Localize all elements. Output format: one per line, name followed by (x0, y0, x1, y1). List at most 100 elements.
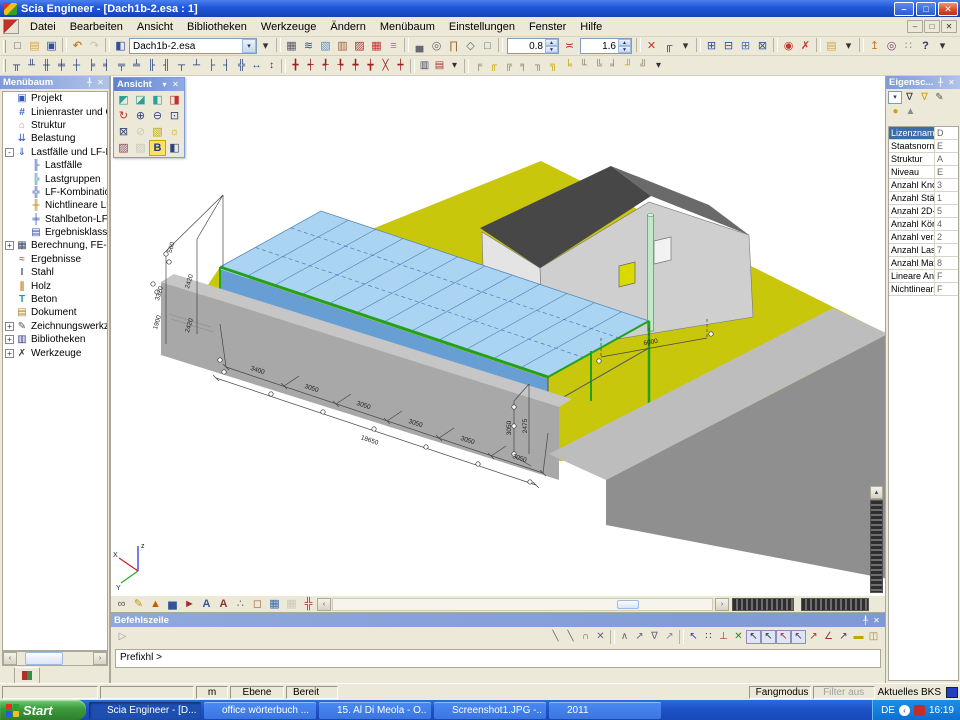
tree-item-linienraster[interactable]: # Linienraster und Gr (3, 105, 107, 118)
binocular-icon[interactable]: ∞ (113, 596, 130, 612)
toolbar-grip[interactable] (3, 40, 6, 53)
snap-grid-icon[interactable]: ∷ (701, 630, 716, 644)
cone-icon[interactable]: ▲ (147, 596, 164, 612)
zoom-out-icon[interactable]: ⊖ (149, 108, 166, 124)
zoom-in-icon[interactable]: ⊕ (132, 108, 149, 124)
status-plane[interactable]: Ebene XY (230, 686, 284, 699)
scroll-thumb[interactable] (25, 652, 63, 665)
menu-einstellungen[interactable]: Einstellungen (442, 19, 522, 35)
tree-item-beton[interactable]: T Beton (3, 293, 107, 306)
command-input[interactable]: Prefixhl > (115, 649, 881, 668)
cursor-snap-near-icon[interactable]: ↗ (836, 630, 851, 644)
prop-combo[interactable]: ▾ (888, 91, 902, 104)
view-eye-icon[interactable]: ◉ (780, 38, 797, 54)
close-icon[interactable]: ✕ (871, 616, 882, 625)
window-send-icon[interactable]: ⊠ (754, 38, 771, 54)
dim-icon-12[interactable]: ┬ (174, 59, 189, 73)
print-preview-icon[interactable]: ◎ (428, 38, 445, 54)
pan-bar[interactable] (801, 598, 869, 611)
node-icon-7[interactable]: ╳ (378, 59, 393, 73)
model-viewport[interactable]: 3400 3050 3050 3050 3050 3050 18650 560 … (110, 76, 885, 612)
prop-row-staatsnorm[interactable]: Staatsnorm E (889, 140, 958, 153)
prop-row-anzahl-knoten[interactable]: Anzahl Kno... 3 (889, 179, 958, 192)
clipboard-icon[interactable]: ▥ (334, 38, 351, 54)
snap-extend-icon[interactable]: ↗ (662, 630, 677, 644)
prop-row-anzahl-2d[interactable]: Anzahl 2D-... 5 (889, 205, 958, 218)
node-icon-1[interactable]: ╋ (288, 59, 303, 73)
tree-item-holz[interactable]: ∥ Holz (3, 279, 107, 292)
frame-icon-9[interactable]: ╚ (591, 59, 606, 73)
frame-icon-2[interactable]: ╓ (486, 59, 501, 73)
menu-ansicht[interactable]: Ansicht (130, 19, 180, 35)
dim-icon-8[interactable]: ╤ (114, 59, 129, 73)
snap-toggle-icon[interactable]: ✕ (731, 630, 746, 644)
prop-row-anzahl-material[interactable]: Anzahl Mat... 8 (889, 257, 958, 270)
tree-item-lf-kombinationen[interactable]: ╬ LF-Kombinationen (3, 186, 107, 199)
tree-item-stahl[interactable]: I Stahl (3, 266, 107, 279)
prop-row-anzahl-koerper[interactable]: Anzahl Kör... 4 (889, 218, 958, 231)
frame-icon-7[interactable]: ╘ (561, 59, 576, 73)
book-icon[interactable]: ∏ (445, 38, 462, 54)
section-icon[interactable]: ≍ (561, 38, 578, 54)
dim-icon-13[interactable]: ┴ (189, 59, 204, 73)
menu-werkzeuge[interactable]: Werkzeuge (254, 19, 323, 35)
grid-red-icon[interactable]: ╬ (300, 596, 317, 612)
combo-dropdown-icon[interactable]: ▾ (257, 38, 274, 54)
dim-icon-9[interactable]: ╧ (129, 59, 144, 73)
status-snap-mode[interactable]: Fangmodus (749, 686, 811, 699)
window-print-icon[interactable]: ⊞ (737, 38, 754, 54)
menu-hilfe[interactable]: Hilfe (573, 19, 609, 35)
frames-dropdown-icon[interactable]: ▾ (651, 59, 666, 73)
filter-icon[interactable]: ∇ (902, 91, 917, 105)
window-copy-icon[interactable]: ⊞ (703, 38, 720, 54)
scale-spinner-1[interactable]: 0.8 ▲▼ (507, 38, 559, 54)
pie-icon[interactable]: ● (888, 105, 903, 119)
status-unit[interactable]: m (196, 686, 228, 699)
snap-ortho-icon[interactable]: ⊥ (716, 630, 731, 644)
import-icon[interactable]: ↥ (866, 38, 883, 54)
status-ucs[interactable]: Aktuelles BKS (875, 687, 944, 698)
close-icon[interactable]: ✕ (946, 78, 957, 87)
close-icon[interactable]: ✕ (95, 78, 106, 87)
mdi-close-button[interactable]: ✕ (941, 20, 957, 33)
dropdown-icon[interactable]: ▾ (159, 80, 170, 89)
cursor-snap-int-icon[interactable]: ↖ (791, 630, 806, 644)
annotate-icon[interactable]: ✎ (130, 596, 147, 612)
tree-item-ergebnisklassen[interactable]: ▤ Ergebnisklassen (3, 226, 107, 239)
mdi-document-icon[interactable] (3, 19, 19, 34)
viewport-hscroll-thumb[interactable] (617, 600, 639, 609)
cursor-snap-end-icon[interactable]: ↖ (761, 630, 776, 644)
spin-down-icon[interactable]: ▼ (618, 46, 631, 53)
status-filter[interactable]: Filter aus (813, 686, 875, 699)
project-window-icon[interactable]: ◧ (112, 38, 129, 54)
dim-icon-11[interactable]: ╢ (159, 59, 174, 73)
pan-bar[interactable] (732, 598, 794, 611)
spin-up-icon[interactable]: ▲ (618, 39, 631, 46)
prop-row-lizenzname[interactable]: Lizenzname D (889, 127, 958, 140)
dim-icon-15[interactable]: ┤ (219, 59, 234, 73)
scroll-left-icon[interactable]: ‹ (3, 652, 17, 665)
dim-icon-5[interactable]: ┼ (69, 59, 84, 73)
snap-arc-icon[interactable]: ∩ (578, 630, 593, 644)
redo-icon[interactable]: ↷ (86, 38, 103, 54)
folder-dropdown-icon[interactable]: ▾ (840, 38, 857, 54)
cursor-snap-mid-icon[interactable]: ↖ (776, 630, 791, 644)
zoom-all-icon[interactable]: ⊠ (115, 124, 132, 140)
pin-icon[interactable]: ╀ (935, 78, 946, 87)
gallery-dropdown-icon[interactable]: ▾ (447, 59, 462, 73)
node-icon-8[interactable]: ┿ (393, 59, 408, 73)
image-view-icon[interactable]: ▨ (115, 140, 132, 156)
table-gray-icon[interactable]: ▦ (283, 596, 300, 612)
cylinder-icon[interactable]: ◫ (866, 630, 881, 644)
solid-view-icon[interactable]: ◧ (166, 140, 183, 156)
frame-icon-5[interactable]: ╖ (531, 59, 546, 73)
rotate-view-icon[interactable]: ↻ (115, 108, 132, 124)
snap-angle-icon[interactable]: ∧ (617, 630, 632, 644)
render-icon[interactable]: ▧ (317, 38, 334, 54)
door-icon[interactable]: ◻ (249, 596, 266, 612)
dim-icon-10[interactable]: ╟ (144, 59, 159, 73)
snap-line-mid-icon[interactable]: ╲ (563, 630, 578, 644)
tree-item-dokument[interactable]: ▤ Dokument (3, 306, 107, 319)
help-select-icon[interactable]: ? (917, 38, 934, 54)
ruler-icon[interactable]: ▬ (851, 630, 866, 644)
